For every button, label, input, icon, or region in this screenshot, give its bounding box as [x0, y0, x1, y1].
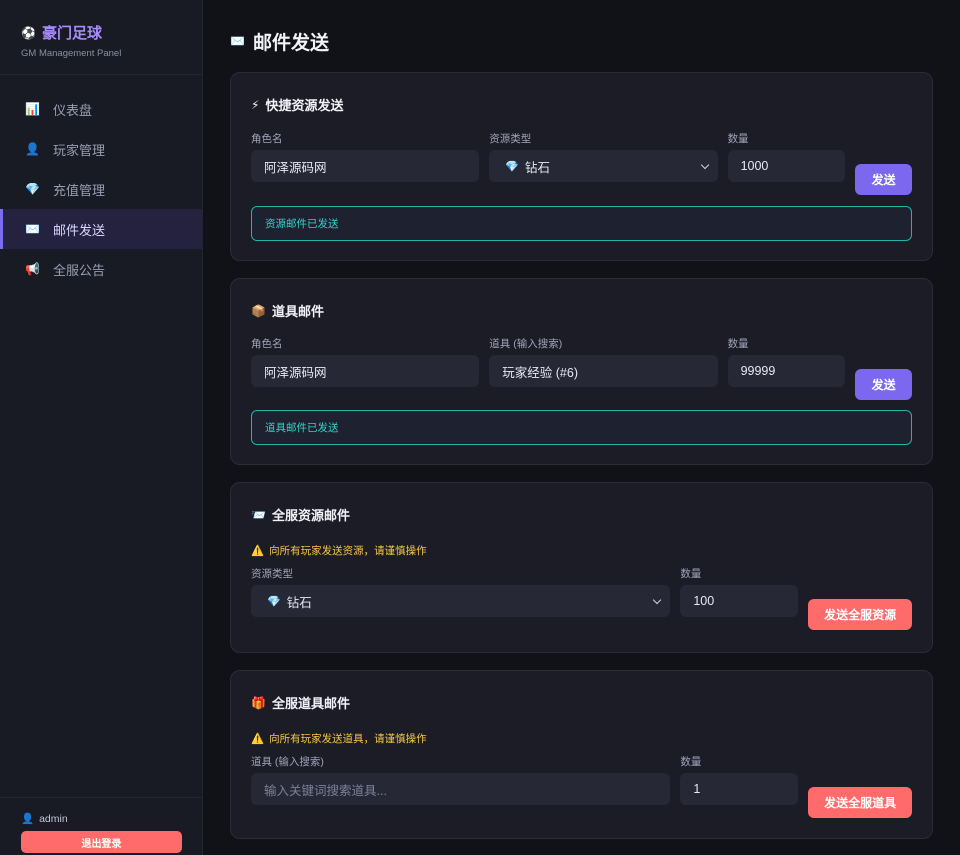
- brand-name: 豪门足球: [41, 25, 102, 42]
- quantity-field: 数量 1: [680, 754, 799, 805]
- form-row: 资源类型 💎 钻石 数量 100 发送全服资源: [251, 566, 912, 630]
- diamond-icon: 💎: [267, 595, 281, 608]
- main-content: ✉️ 邮件发送 ⚡ 快捷资源发送 角色名 阿泽源码网 资源类型 💎 钻石 数量 1…: [230, 0, 933, 839]
- envelope-icon: ✉️: [25, 222, 40, 236]
- card-title: 📨 全服资源邮件: [251, 505, 912, 524]
- resource-type-label: 资源类型: [251, 568, 293, 580]
- warning-icon: ⚠️: [251, 545, 265, 557]
- resource-type-field: 资源类型 💎 钻石: [489, 131, 718, 182]
- sidebar-item-label: 全服公告: [53, 262, 106, 278]
- sidebar-footer: 👤 admin 退出登录: [0, 797, 203, 855]
- sidebar-item-mail[interactable]: ✉️ 邮件发送: [0, 209, 202, 249]
- card-title: 📦 道具邮件: [251, 301, 912, 320]
- envelope-icon: ✉️: [230, 34, 245, 48]
- role-field: 角色名 阿泽源码网: [251, 336, 480, 387]
- page-title-text: 邮件发送: [252, 32, 329, 54]
- package-icon: 📦: [251, 303, 266, 318]
- quantity-field: 数量 1000: [727, 131, 846, 182]
- send-button[interactable]: 发送: [855, 164, 912, 195]
- item-label: 道具 (输入搜索): [251, 756, 324, 768]
- warning-message: 向所有玩家发送资源，请谨慎操作: [269, 545, 427, 557]
- role-field: 角色名 阿泽源码网: [251, 131, 480, 182]
- send-button[interactable]: 发送: [855, 369, 912, 400]
- card-title-text: 快捷资源发送: [265, 98, 344, 113]
- sidebar: ⚽ 豪门足球 GM Management Panel 📊 仪表盘 👤 玩家管理 …: [0, 0, 203, 855]
- sidebar-item-label: 邮件发送: [53, 222, 106, 238]
- card-title-text: 道具邮件: [271, 304, 324, 319]
- selected-option: 钻石: [524, 160, 550, 175]
- card-title: 🎁 全服道具邮件: [251, 693, 912, 712]
- role-label: 角色名: [251, 133, 283, 145]
- chevron-down-icon: [700, 161, 710, 171]
- diamond-icon: 💎: [25, 182, 40, 196]
- sidebar-nav: 📊 仪表盘 👤 玩家管理 💎 充值管理 ✉️ 邮件发送 📢 全服公告: [0, 89, 202, 289]
- resource-type-select[interactable]: 💎 钻石: [489, 150, 718, 182]
- megaphone-icon: 📢: [25, 262, 40, 276]
- card-title-text: 全服道具邮件: [271, 696, 350, 711]
- quantity-field: 数量 100: [680, 566, 799, 617]
- sidebar-item-dashboard[interactable]: 📊 仪表盘: [0, 89, 202, 129]
- success-alert: 道具邮件已发送: [251, 410, 912, 445]
- lightning-icon: ⚡: [251, 97, 260, 112]
- item-label: 道具 (输入搜索): [489, 338, 563, 350]
- warning-icon: ⚠️: [251, 733, 265, 745]
- sidebar-item-announcement[interactable]: 📢 全服公告: [0, 249, 202, 289]
- form-row: 道具 (输入搜索) 输入关键词搜索道具... 数量 1 发送全服道具: [251, 754, 912, 818]
- bar-chart-icon: 📊: [25, 102, 40, 116]
- item-search-input[interactable]: 输入关键词搜索道具...: [251, 773, 671, 805]
- sidebar-item-label: 仪表盘: [53, 102, 93, 118]
- quantity-label: 数量: [680, 756, 702, 768]
- form-row: 角色名 阿泽源码网 道具 (输入搜索) 玩家经验 (#6) 数量 99999 发…: [251, 336, 912, 400]
- all-item-card: 🎁 全服道具邮件 ⚠️ 向所有玩家发送道具，请谨慎操作 道具 (输入搜索) 输入…: [230, 670, 933, 839]
- quantity-label: 数量: [727, 133, 749, 145]
- sidebar-item-recharge[interactable]: 💎 充值管理: [0, 169, 202, 209]
- role-label: 角色名: [251, 338, 283, 350]
- sidebar-item-label: 充值管理: [53, 182, 106, 198]
- resource-type-field: 资源类型 💎 钻石: [251, 566, 671, 617]
- gift-icon: 🎁: [251, 695, 266, 710]
- quantity-input[interactable]: 1000: [727, 150, 846, 182]
- card-title: ⚡ 快捷资源发送: [251, 95, 912, 114]
- item-field: 道具 (输入搜索) 输入关键词搜索道具...: [251, 754, 671, 805]
- quantity-label: 数量: [727, 338, 749, 350]
- user-icon: 👤: [21, 813, 35, 825]
- item-field: 道具 (输入搜索) 玩家经验 (#6): [489, 336, 718, 387]
- card-title-text: 全服资源邮件: [271, 508, 350, 523]
- resource-type-select[interactable]: 💎 钻石: [251, 585, 671, 617]
- send-all-item-button[interactable]: 发送全服道具: [808, 787, 912, 818]
- quantity-input[interactable]: 100: [680, 585, 799, 617]
- all-resource-card: 📨 全服资源邮件 ⚠️ 向所有玩家发送资源，请谨慎操作 资源类型 💎 钻石 数量 …: [230, 482, 933, 653]
- warning-message: 向所有玩家发送道具，请谨慎操作: [269, 733, 427, 745]
- quantity-input[interactable]: 99999: [727, 355, 846, 387]
- role-input[interactable]: 阿泽源码网: [251, 355, 480, 387]
- mailbox-icon: 📨: [251, 507, 266, 522]
- warning-text: ⚠️ 向所有玩家发送道具，请谨慎操作: [251, 731, 912, 746]
- sidebar-item-players[interactable]: 👤 玩家管理: [0, 129, 202, 169]
- chevron-down-icon: [652, 596, 662, 606]
- quantity-input[interactable]: 1: [680, 773, 799, 805]
- form-row: 角色名 阿泽源码网 资源类型 💎 钻石 数量 1000 发送: [251, 131, 912, 195]
- logout-button[interactable]: 退出登录: [21, 831, 182, 853]
- role-input[interactable]: 阿泽源码网: [251, 150, 480, 182]
- resource-type-label: 资源类型: [489, 133, 532, 145]
- item-search-input[interactable]: 玩家经验 (#6): [489, 355, 718, 387]
- item-mail-card: 📦 道具邮件 角色名 阿泽源码网 道具 (输入搜索) 玩家经验 (#6) 数量 …: [230, 278, 933, 465]
- brand-title: ⚽ 豪门足球: [21, 22, 182, 43]
- quantity-field: 数量 99999: [727, 336, 846, 387]
- quick-resource-card: ⚡ 快捷资源发送 角色名 阿泽源码网 资源类型 💎 钻石 数量 1000 发送 资…: [230, 72, 933, 261]
- send-all-resource-button[interactable]: 发送全服资源: [808, 599, 912, 630]
- player-icon: 👤: [25, 142, 40, 156]
- sidebar-item-label: 玩家管理: [53, 142, 106, 158]
- success-alert: 资源邮件已发送: [251, 206, 912, 241]
- quantity-label: 数量: [680, 568, 702, 580]
- page-title: ✉️ 邮件发送: [230, 29, 933, 54]
- soccer-ball-icon: ⚽: [21, 25, 36, 40]
- current-user: 👤 admin: [21, 812, 182, 826]
- brand: ⚽ 豪门足球 GM Management Panel: [0, 0, 202, 75]
- diamond-icon: 💎: [505, 160, 519, 173]
- selected-option: 钻石: [286, 595, 312, 610]
- warning-text: ⚠️ 向所有玩家发送资源，请谨慎操作: [251, 543, 912, 558]
- username: admin: [39, 812, 68, 825]
- brand-subtitle: GM Management Panel: [21, 48, 122, 59]
